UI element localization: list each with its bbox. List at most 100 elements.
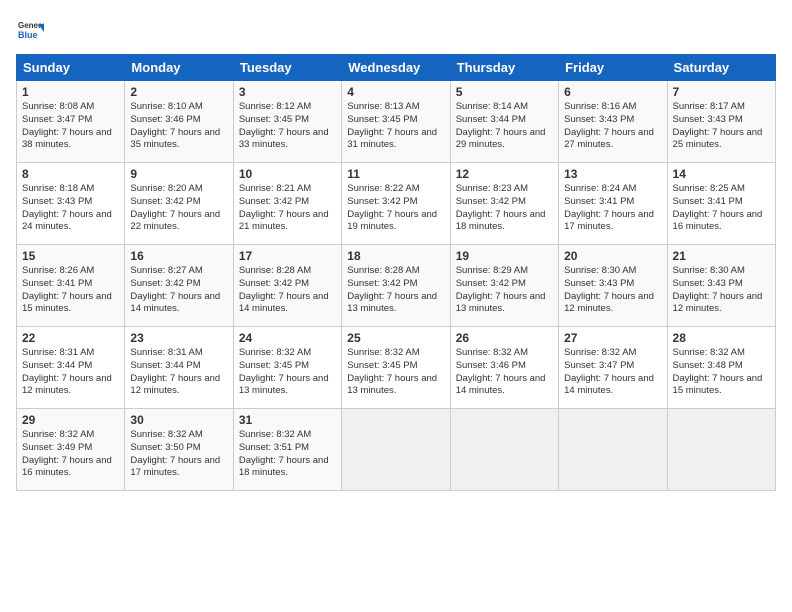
calendar-day-cell bbox=[450, 409, 558, 491]
day-number: 15 bbox=[22, 249, 119, 263]
day-number: 4 bbox=[347, 85, 444, 99]
calendar-day-cell: 26 Sunrise: 8:32 AMSunset: 3:46 PMDaylig… bbox=[450, 327, 558, 409]
day-info: Sunrise: 8:32 AMSunset: 3:49 PMDaylight:… bbox=[22, 429, 119, 480]
day-info: Sunrise: 8:14 AMSunset: 3:44 PMDaylight:… bbox=[456, 101, 553, 152]
calendar-day-cell: 29 Sunrise: 8:32 AMSunset: 3:49 PMDaylig… bbox=[17, 409, 125, 491]
calendar-day-cell: 16 Sunrise: 8:27 AMSunset: 3:42 PMDaylig… bbox=[125, 245, 233, 327]
calendar-day-cell: 15 Sunrise: 8:26 AMSunset: 3:41 PMDaylig… bbox=[17, 245, 125, 327]
day-info: Sunrise: 8:16 AMSunset: 3:43 PMDaylight:… bbox=[564, 101, 661, 152]
day-number: 14 bbox=[673, 167, 770, 181]
day-number: 21 bbox=[673, 249, 770, 263]
day-number: 7 bbox=[673, 85, 770, 99]
calendar-day-cell: 31 Sunrise: 8:32 AMSunset: 3:51 PMDaylig… bbox=[233, 409, 341, 491]
calendar-day-cell: 18 Sunrise: 8:28 AMSunset: 3:42 PMDaylig… bbox=[342, 245, 450, 327]
calendar-day-cell: 28 Sunrise: 8:32 AMSunset: 3:48 PMDaylig… bbox=[667, 327, 775, 409]
calendar-day-cell: 24 Sunrise: 8:32 AMSunset: 3:45 PMDaylig… bbox=[233, 327, 341, 409]
calendar-day-cell: 4 Sunrise: 8:13 AMSunset: 3:45 PMDayligh… bbox=[342, 81, 450, 163]
day-info: Sunrise: 8:32 AMSunset: 3:45 PMDaylight:… bbox=[347, 347, 444, 398]
calendar-day-cell: 5 Sunrise: 8:14 AMSunset: 3:44 PMDayligh… bbox=[450, 81, 558, 163]
day-number: 2 bbox=[130, 85, 227, 99]
day-number: 24 bbox=[239, 331, 336, 345]
calendar-day-cell: 3 Sunrise: 8:12 AMSunset: 3:45 PMDayligh… bbox=[233, 81, 341, 163]
day-info: Sunrise: 8:20 AMSunset: 3:42 PMDaylight:… bbox=[130, 183, 227, 234]
day-number: 16 bbox=[130, 249, 227, 263]
day-info: Sunrise: 8:13 AMSunset: 3:45 PMDaylight:… bbox=[347, 101, 444, 152]
day-number: 17 bbox=[239, 249, 336, 263]
calendar-week-row: 8 Sunrise: 8:18 AMSunset: 3:43 PMDayligh… bbox=[17, 163, 776, 245]
calendar-day-cell: 10 Sunrise: 8:21 AMSunset: 3:42 PMDaylig… bbox=[233, 163, 341, 245]
day-number: 13 bbox=[564, 167, 661, 181]
logo-icon: General Blue bbox=[16, 16, 44, 44]
day-info: Sunrise: 8:31 AMSunset: 3:44 PMDaylight:… bbox=[22, 347, 119, 398]
day-number: 5 bbox=[456, 85, 553, 99]
day-info: Sunrise: 8:30 AMSunset: 3:43 PMDaylight:… bbox=[673, 265, 770, 316]
weekday-header: Monday bbox=[125, 55, 233, 81]
weekday-header-row: SundayMondayTuesdayWednesdayThursdayFrid… bbox=[17, 55, 776, 81]
day-info: Sunrise: 8:27 AMSunset: 3:42 PMDaylight:… bbox=[130, 265, 227, 316]
day-info: Sunrise: 8:32 AMSunset: 3:48 PMDaylight:… bbox=[673, 347, 770, 398]
day-number: 19 bbox=[456, 249, 553, 263]
day-number: 20 bbox=[564, 249, 661, 263]
svg-text:Blue: Blue bbox=[18, 30, 38, 40]
day-number: 8 bbox=[22, 167, 119, 181]
calendar-day-cell: 21 Sunrise: 8:30 AMSunset: 3:43 PMDaylig… bbox=[667, 245, 775, 327]
calendar-body: 1 Sunrise: 8:08 AMSunset: 3:47 PMDayligh… bbox=[17, 81, 776, 491]
day-number: 23 bbox=[130, 331, 227, 345]
calendar-day-cell bbox=[667, 409, 775, 491]
day-info: Sunrise: 8:22 AMSunset: 3:42 PMDaylight:… bbox=[347, 183, 444, 234]
calendar-week-row: 29 Sunrise: 8:32 AMSunset: 3:49 PMDaylig… bbox=[17, 409, 776, 491]
calendar-day-cell: 20 Sunrise: 8:30 AMSunset: 3:43 PMDaylig… bbox=[559, 245, 667, 327]
calendar-day-cell: 11 Sunrise: 8:22 AMSunset: 3:42 PMDaylig… bbox=[342, 163, 450, 245]
day-number: 31 bbox=[239, 413, 336, 427]
day-number: 9 bbox=[130, 167, 227, 181]
day-info: Sunrise: 8:17 AMSunset: 3:43 PMDaylight:… bbox=[673, 101, 770, 152]
calendar-day-cell: 27 Sunrise: 8:32 AMSunset: 3:47 PMDaylig… bbox=[559, 327, 667, 409]
day-number: 6 bbox=[564, 85, 661, 99]
day-number: 1 bbox=[22, 85, 119, 99]
day-info: Sunrise: 8:32 AMSunset: 3:50 PMDaylight:… bbox=[130, 429, 227, 480]
day-info: Sunrise: 8:32 AMSunset: 3:46 PMDaylight:… bbox=[456, 347, 553, 398]
weekday-header: Thursday bbox=[450, 55, 558, 81]
calendar-week-row: 1 Sunrise: 8:08 AMSunset: 3:47 PMDayligh… bbox=[17, 81, 776, 163]
day-number: 12 bbox=[456, 167, 553, 181]
calendar-day-cell: 7 Sunrise: 8:17 AMSunset: 3:43 PMDayligh… bbox=[667, 81, 775, 163]
weekday-header: Tuesday bbox=[233, 55, 341, 81]
logo: General Blue bbox=[16, 16, 48, 44]
calendar-day-cell: 2 Sunrise: 8:10 AMSunset: 3:46 PMDayligh… bbox=[125, 81, 233, 163]
day-info: Sunrise: 8:31 AMSunset: 3:44 PMDaylight:… bbox=[130, 347, 227, 398]
calendar-day-cell: 8 Sunrise: 8:18 AMSunset: 3:43 PMDayligh… bbox=[17, 163, 125, 245]
day-info: Sunrise: 8:23 AMSunset: 3:42 PMDaylight:… bbox=[456, 183, 553, 234]
calendar-day-cell: 19 Sunrise: 8:29 AMSunset: 3:42 PMDaylig… bbox=[450, 245, 558, 327]
calendar-day-cell: 1 Sunrise: 8:08 AMSunset: 3:47 PMDayligh… bbox=[17, 81, 125, 163]
day-info: Sunrise: 8:28 AMSunset: 3:42 PMDaylight:… bbox=[239, 265, 336, 316]
day-info: Sunrise: 8:29 AMSunset: 3:42 PMDaylight:… bbox=[456, 265, 553, 316]
page-header: General Blue bbox=[16, 16, 776, 44]
weekday-header: Sunday bbox=[17, 55, 125, 81]
day-info: Sunrise: 8:08 AMSunset: 3:47 PMDaylight:… bbox=[22, 101, 119, 152]
calendar-day-cell bbox=[559, 409, 667, 491]
weekday-header: Friday bbox=[559, 55, 667, 81]
weekday-header: Wednesday bbox=[342, 55, 450, 81]
day-info: Sunrise: 8:28 AMSunset: 3:42 PMDaylight:… bbox=[347, 265, 444, 316]
calendar-day-cell: 12 Sunrise: 8:23 AMSunset: 3:42 PMDaylig… bbox=[450, 163, 558, 245]
day-info: Sunrise: 8:21 AMSunset: 3:42 PMDaylight:… bbox=[239, 183, 336, 234]
calendar-day-cell bbox=[342, 409, 450, 491]
day-number: 28 bbox=[673, 331, 770, 345]
day-number: 3 bbox=[239, 85, 336, 99]
day-number: 27 bbox=[564, 331, 661, 345]
calendar-week-row: 22 Sunrise: 8:31 AMSunset: 3:44 PMDaylig… bbox=[17, 327, 776, 409]
day-info: Sunrise: 8:25 AMSunset: 3:41 PMDaylight:… bbox=[673, 183, 770, 234]
day-info: Sunrise: 8:10 AMSunset: 3:46 PMDaylight:… bbox=[130, 101, 227, 152]
calendar-day-cell: 23 Sunrise: 8:31 AMSunset: 3:44 PMDaylig… bbox=[125, 327, 233, 409]
day-info: Sunrise: 8:26 AMSunset: 3:41 PMDaylight:… bbox=[22, 265, 119, 316]
calendar-day-cell: 25 Sunrise: 8:32 AMSunset: 3:45 PMDaylig… bbox=[342, 327, 450, 409]
day-info: Sunrise: 8:32 AMSunset: 3:47 PMDaylight:… bbox=[564, 347, 661, 398]
calendar-day-cell: 17 Sunrise: 8:28 AMSunset: 3:42 PMDaylig… bbox=[233, 245, 341, 327]
day-number: 18 bbox=[347, 249, 444, 263]
day-info: Sunrise: 8:32 AMSunset: 3:45 PMDaylight:… bbox=[239, 347, 336, 398]
calendar-week-row: 15 Sunrise: 8:26 AMSunset: 3:41 PMDaylig… bbox=[17, 245, 776, 327]
day-info: Sunrise: 8:18 AMSunset: 3:43 PMDaylight:… bbox=[22, 183, 119, 234]
day-number: 10 bbox=[239, 167, 336, 181]
calendar-day-cell: 30 Sunrise: 8:32 AMSunset: 3:50 PMDaylig… bbox=[125, 409, 233, 491]
day-info: Sunrise: 8:32 AMSunset: 3:51 PMDaylight:… bbox=[239, 429, 336, 480]
